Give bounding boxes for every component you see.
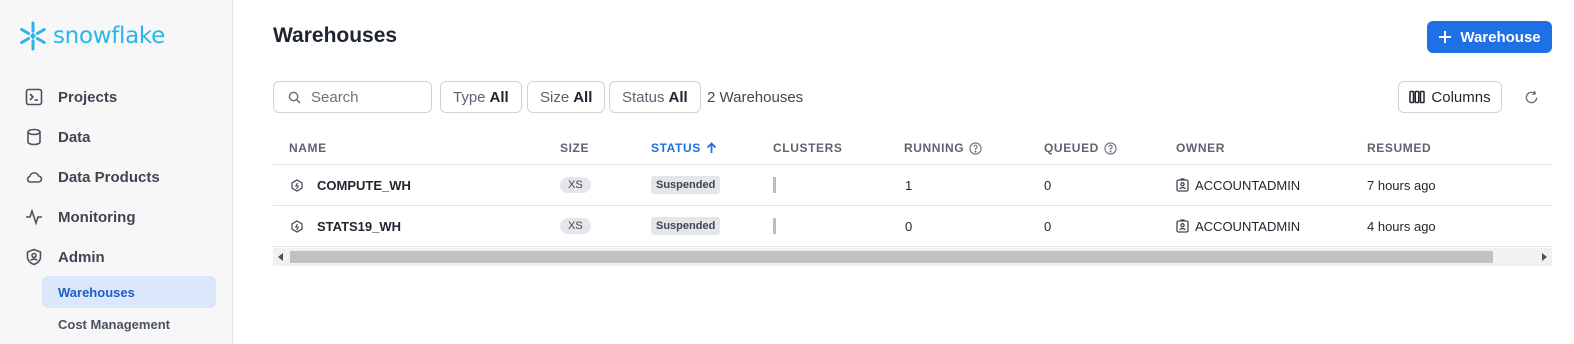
resumed-cell: 4 hours ago <box>1367 218 1436 234</box>
snowflake-logo-icon <box>20 21 46 51</box>
nav-item-label: Admin <box>58 248 105 266</box>
role-badge-icon <box>1176 178 1189 192</box>
filter-label: Status <box>622 88 665 106</box>
running-cell: 1 <box>905 177 913 193</box>
scroll-right-icon[interactable] <box>1536 248 1552 266</box>
column-header-clusters[interactable]: CLUSTERS <box>773 141 842 155</box>
column-header-resumed[interactable]: RESUMED <box>1367 141 1431 155</box>
add-warehouse-button[interactable]: Warehouse <box>1427 21 1552 53</box>
shield-icon <box>24 247 44 267</box>
size-badge: XS <box>560 218 591 234</box>
columns-icon <box>1409 90 1426 104</box>
queued-cell: 0 <box>1044 218 1052 234</box>
sub-item-cost-management[interactable]: Cost Management <box>42 308 216 340</box>
sub-item-warehouses[interactable]: Warehouses <box>42 276 216 308</box>
horizontal-scrollbar[interactable] <box>273 248 1552 266</box>
add-warehouse-label: Warehouse <box>1460 28 1541 46</box>
database-icon <box>24 127 44 147</box>
search-box[interactable] <box>273 81 432 113</box>
nav-item-label: Data Products <box>58 168 160 186</box>
search-input[interactable] <box>311 88 421 106</box>
filter-label: Type <box>453 88 486 106</box>
column-header-running[interactable]: RUNNING <box>904 141 982 155</box>
running-cell: 0 <box>905 218 913 234</box>
help-icon[interactable] <box>969 141 982 155</box>
nav-item-label: Data <box>58 128 91 146</box>
scrollbar-thumb[interactable] <box>290 251 1493 263</box>
table-row[interactable]: COMPUTE_WH XS Suspended 1 0 ACCOUNTADMIN… <box>273 165 1552 206</box>
owner-cell: ACCOUNTADMIN <box>1176 165 1300 205</box>
warehouses-table: NAME SIZE STATUS CLUSTERS RUNNING QUEUED… <box>273 131 1552 247</box>
column-header-owner[interactable]: OWNER <box>1176 141 1225 155</box>
columns-label: Columns <box>1431 88 1491 106</box>
sort-ascending-icon <box>706 142 716 153</box>
column-header-size[interactable]: SIZE <box>560 141 589 155</box>
table-row[interactable]: STATS19_WH XS Suspended 0 0 ACCOUNTADMIN… <box>273 206 1552 247</box>
column-header-queued[interactable]: QUEUED <box>1044 141 1117 155</box>
snowflake-logo[interactable]: snowflake <box>17 20 165 52</box>
nav-item-label: Projects <box>58 88 118 106</box>
warehouse-count: 2 Warehouses <box>707 89 804 106</box>
page-title: Warehouses <box>273 24 398 47</box>
nav-item-admin[interactable]: Admin <box>24 245 105 269</box>
nav-item-label: Monitoring <box>58 208 136 226</box>
filter-value: All <box>573 88 593 106</box>
status-filter[interactable]: Status All <box>609 81 701 113</box>
cluster-indicator <box>773 218 776 234</box>
terminal-icon <box>24 87 44 107</box>
scroll-left-icon[interactable] <box>273 248 289 266</box>
warehouse-name-cell: COMPUTE_WH <box>291 165 411 205</box>
table-header: NAME SIZE STATUS CLUSTERS RUNNING QUEUED… <box>273 131 1552 165</box>
size-cell: XS <box>560 206 591 246</box>
warehouse-name-cell: STATS19_WH <box>291 206 401 246</box>
queued-cell: 0 <box>1044 177 1052 193</box>
resumed-cell: 7 hours ago <box>1367 177 1436 193</box>
warehouse-icon <box>291 178 303 192</box>
clusters-cell <box>773 165 776 205</box>
refresh-icon[interactable] <box>1521 87 1541 107</box>
status-badge: Suspended <box>651 176 721 194</box>
role-badge-icon <box>1176 219 1189 233</box>
status-cell: Suspended <box>651 206 721 246</box>
status-badge: Suspended <box>651 217 721 235</box>
filter-label: Size <box>540 88 570 106</box>
cluster-indicator <box>773 177 776 193</box>
nav-item-data-products[interactable]: Data Products <box>24 165 160 189</box>
sidebar: snowflake Projects Data Data Products Mo… <box>0 0 233 344</box>
search-icon <box>288 91 301 104</box>
owner-cell: ACCOUNTADMIN <box>1176 206 1300 246</box>
column-header-status[interactable]: STATUS <box>651 141 717 155</box>
column-header-name[interactable]: NAME <box>289 141 327 155</box>
plus-icon <box>1439 31 1452 43</box>
help-icon[interactable] <box>1104 141 1117 155</box>
type-filter[interactable]: Type All <box>440 81 522 113</box>
size-cell: XS <box>560 165 591 205</box>
filter-value: All <box>668 88 688 106</box>
status-cell: Suspended <box>651 165 721 205</box>
size-badge: XS <box>560 177 591 193</box>
brand-name: snowflake <box>53 23 165 49</box>
nav-item-data[interactable]: Data <box>24 125 91 149</box>
clusters-cell <box>773 206 776 246</box>
warehouse-icon <box>291 219 303 233</box>
columns-button[interactable]: Columns <box>1398 81 1502 113</box>
size-filter[interactable]: Size All <box>527 81 606 113</box>
cloud-icon <box>24 167 44 187</box>
activity-icon <box>24 207 44 227</box>
filter-value: All <box>489 88 509 106</box>
nav-item-monitoring[interactable]: Monitoring <box>24 205 135 229</box>
nav-item-projects[interactable]: Projects <box>24 85 117 109</box>
